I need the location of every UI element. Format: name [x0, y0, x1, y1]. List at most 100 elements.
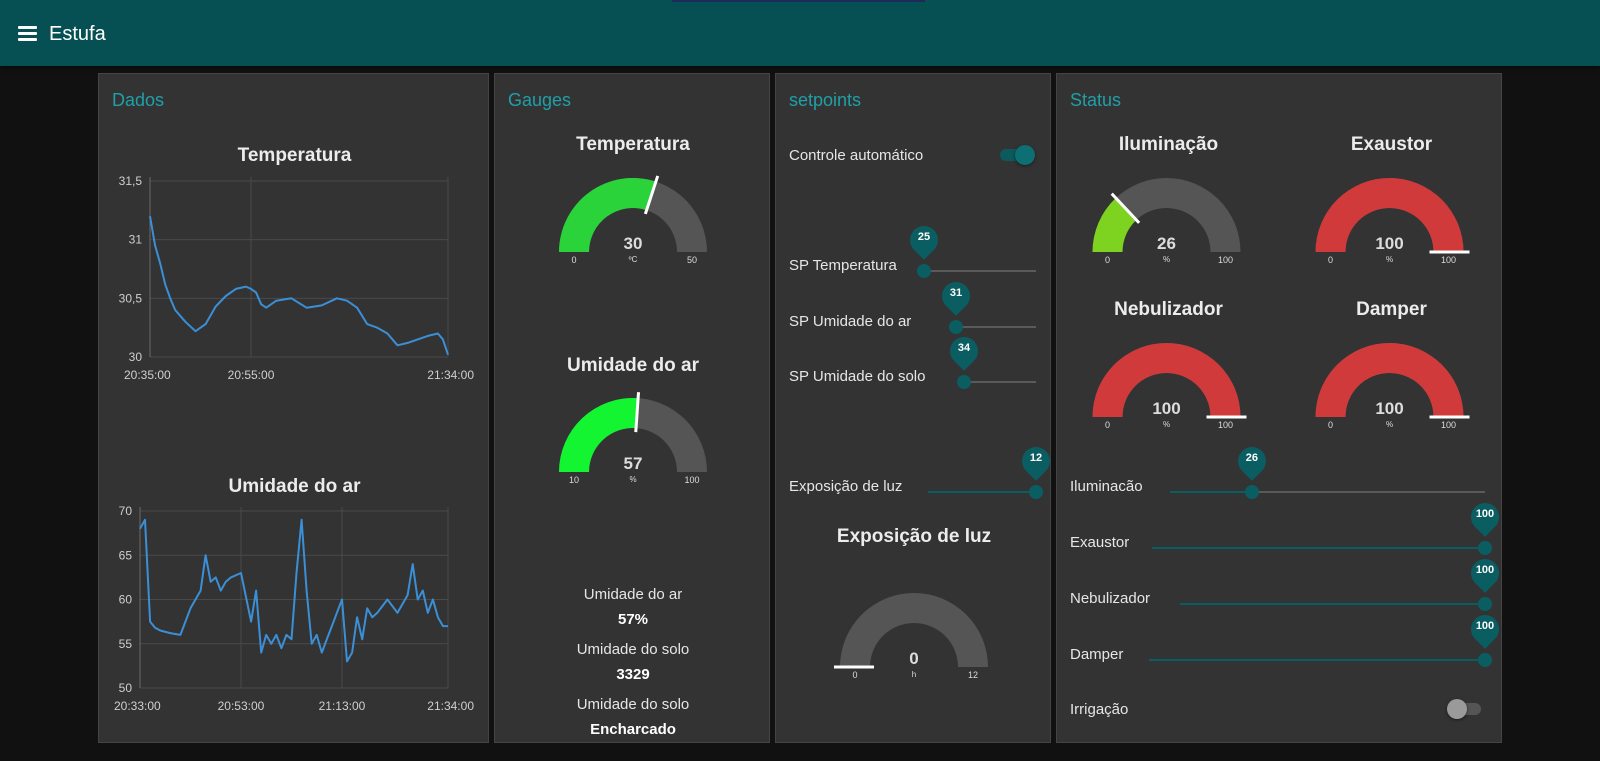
- sp-temperatura-value: 25: [917, 231, 931, 243]
- chart-title-temperatura: Temperatura: [237, 145, 352, 166]
- x-tick-label: 21:34:00: [427, 368, 474, 382]
- group-title-gauges: Gauges: [508, 90, 572, 110]
- umidade-solo-value: 3329: [616, 666, 650, 683]
- umidade-gauge: 57% 10 100: [559, 392, 707, 485]
- gauge-value: 57: [624, 454, 643, 473]
- gauge-max-label: 50: [687, 255, 697, 265]
- temperatura-gauge: 30 ºC 0 50: [559, 175, 707, 265]
- exposicao-luz-slider[interactable]: 12: [928, 441, 1056, 504]
- umidade-solo-status-value: Encharcado: [590, 721, 676, 738]
- series-line: [149, 216, 449, 356]
- iluminacao-slider[interactable]: 26: [1170, 441, 1485, 504]
- gauge-unit: %: [629, 475, 636, 484]
- exposicao-luz-gauge: 0 h 0 12: [834, 593, 988, 680]
- series-line: [139, 518, 448, 663]
- gauge-unit: ºC: [629, 255, 638, 264]
- sp-umidade-ar-slider[interactable]: 31: [936, 276, 1036, 339]
- y-tick-label: 30,5: [119, 291, 143, 305]
- x-tick-label: 21:13:00: [319, 699, 366, 713]
- y-tick-label: 31,5: [119, 174, 143, 188]
- dados-group: Dados Temperatura 31,5 31 30,5 30 20:35:00 20…: [98, 73, 489, 743]
- sp-umidade-ar-label: SP Umidade do ar: [789, 313, 912, 330]
- controle-automatico-switch[interactable]: [998, 145, 1035, 165]
- umidade-solo-status-label: Umidade do solo: [576, 696, 690, 713]
- umidade-solo-label: Umidade do solo: [576, 641, 690, 658]
- controle-automatico-label: Controle automático: [789, 147, 924, 164]
- y-tick-label: 50: [119, 681, 133, 695]
- gauge-min-label: 0: [1105, 420, 1110, 430]
- umidade-ar-label: Umidade do ar: [583, 586, 683, 603]
- gauge-value: 26: [1157, 234, 1176, 253]
- nebulizador-control-label: Nebulizador: [1070, 590, 1151, 607]
- iluminacao-gauge: 26% 0 100: [1092, 178, 1241, 265]
- gauge-title-exaustor: Exaustor: [1350, 134, 1433, 155]
- y-tick-label: 30: [129, 350, 143, 364]
- gauge-unit: h: [912, 670, 916, 679]
- gauge-title-iluminacao: Iluminação: [1118, 134, 1219, 155]
- iluminacao-slider-value: 26: [1245, 452, 1259, 464]
- gauge-max-label: 100: [1441, 255, 1456, 265]
- y-tick-label: 55: [119, 637, 133, 651]
- gauge-max-label: 100: [684, 475, 699, 485]
- gauge-title-exposicao: Exposição de luz: [836, 526, 992, 547]
- damper-slider-value: 100: [1475, 620, 1495, 632]
- y-tick-label: 65: [119, 548, 133, 562]
- sp-umidade-solo-value: 34: [957, 342, 971, 354]
- y-tick-label: 60: [119, 593, 133, 607]
- gauge-value: 30: [624, 234, 643, 253]
- exposicao-luz-label: Exposição de luz: [789, 478, 903, 495]
- gauge-min-label: 0: [852, 670, 857, 680]
- gauge-max-label: 12: [968, 670, 978, 680]
- nebulizador-slider-value: 100: [1475, 564, 1495, 576]
- status-group: Status Iluminação 26% 0 100 Exaustor 100% 0…: [1056, 73, 1505, 743]
- chart-title-umidade: Umidade do ar: [228, 476, 361, 497]
- group-title-status: Status: [1070, 90, 1122, 110]
- x-tick-label: 20:35:00: [124, 368, 171, 382]
- gauge-value: 100: [1375, 234, 1403, 253]
- gauge-value: 100: [1375, 399, 1403, 418]
- gauge-min-label: 0: [1328, 255, 1333, 265]
- gauge-min-label: 10: [569, 475, 579, 485]
- irrigacao-label: Irrigação: [1070, 701, 1129, 718]
- iluminacao-control-label: Iluminacão: [1070, 478, 1143, 495]
- exaustor-slider-value: 100: [1475, 508, 1495, 520]
- umidade-chart: 70 65 60 55 50 20:33:00 20:53:00 21:13:00 21:34:…: [114, 504, 474, 713]
- sp-umidade-ar-value: 31: [949, 287, 963, 299]
- umidade-ar-value: 57%: [617, 611, 649, 628]
- gauge-unit: %: [1386, 420, 1393, 429]
- sp-temperatura-label: SP Temperatura: [789, 257, 897, 274]
- irrigacao-switch[interactable]: [1447, 699, 1483, 719]
- hamburger-menu-icon[interactable]: [18, 26, 37, 42]
- gauge-title-nebulizador: Nebulizador: [1114, 299, 1223, 320]
- gauge-unit: %: [1386, 255, 1393, 264]
- gauge-max-label: 100: [1441, 420, 1456, 430]
- damper-control-label: Damper: [1070, 646, 1124, 663]
- y-tick-label: 70: [119, 504, 133, 518]
- app-title: Estufa: [49, 23, 106, 45]
- group-title-setpoints: setpoints: [789, 90, 862, 110]
- gauge-max-label: 100: [1218, 420, 1233, 430]
- exaustor-gauge: 100% 0 100: [1315, 178, 1470, 265]
- nebulizador-gauge: 100% 0 100: [1092, 343, 1247, 430]
- x-tick-label: 20:55:00: [228, 368, 275, 382]
- setpoints-group: setpoints Controle automático SP Tempera…: [775, 73, 1056, 743]
- temperatura-chart: 31,5 31 30,5 30 20:35:00 20:55:00 21:34:00: [119, 174, 475, 382]
- gauge-title-temperatura: Temperatura: [576, 134, 690, 155]
- sp-umidade-solo-label: SP Umidade do solo: [789, 368, 926, 385]
- gauge-min-label: 0: [1105, 255, 1110, 265]
- top-bar: Estufa: [0, 0, 1600, 66]
- exaustor-control-label: Exaustor: [1070, 534, 1130, 551]
- sp-temperatura-slider[interactable]: 25: [904, 220, 1036, 283]
- exaustor-slider[interactable]: 100: [1152, 497, 1505, 560]
- gauge-max-label: 100: [1218, 255, 1233, 265]
- gauge-title-damper: Damper: [1356, 299, 1427, 320]
- top-accent-strip: [672, 0, 925, 2]
- damper-gauge: 100% 0 100: [1315, 343, 1470, 430]
- x-tick-label: 21:34:00: [427, 699, 474, 713]
- nebulizador-slider[interactable]: 100: [1180, 553, 1505, 616]
- damper-slider[interactable]: 100: [1149, 609, 1505, 672]
- sp-umidade-solo-slider[interactable]: 34: [944, 331, 1036, 394]
- y-tick-label: 31: [129, 233, 143, 247]
- gauge-value: 100: [1152, 399, 1180, 418]
- gauge-value: 0: [909, 649, 918, 668]
